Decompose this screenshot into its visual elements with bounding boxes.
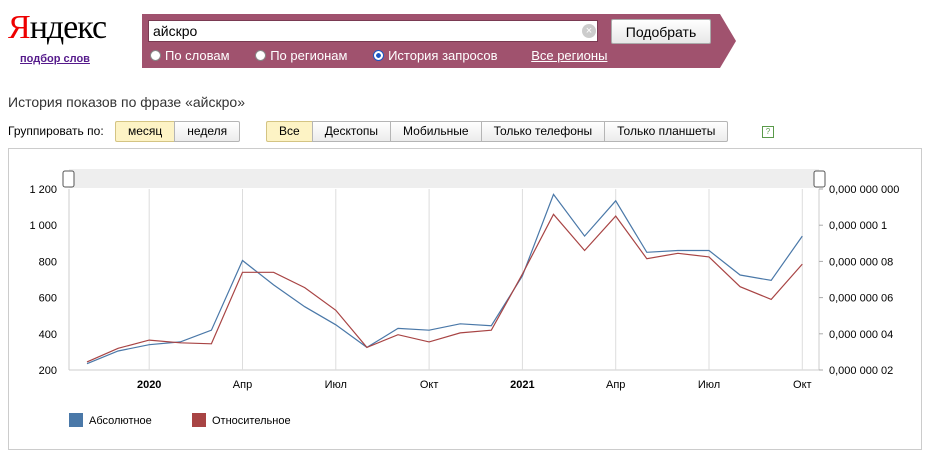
series-line-relative [86,213,803,363]
chart-container: 2020 Апр Июл Окт 2021 Апр Июл Окт 200 400 600 800 1 … [8,148,922,450]
legend-label: Абсолютное [89,415,152,427]
clear-icon[interactable]: × [582,24,596,38]
mode-label: По словам [165,48,230,63]
mode-selector: По словам По регионам История запросов В… [150,48,607,63]
device-tablets-button[interactable]: Только планшеты [604,121,729,142]
mode-label: История запросов [388,48,498,63]
logo-letter: Я [8,9,31,46]
y-left-tick-label: 200 [39,365,57,377]
mode-radio-history[interactable]: История запросов [373,48,498,63]
search-input[interactable] [148,20,598,42]
legend-swatch [192,413,206,427]
mode-label: По регионам [270,48,348,63]
history-chart: 2020 Апр Июл Окт 2021 Апр Июл Окт 200 400 600 800 1 … [29,169,899,427]
group-label: Группировать по: [8,124,104,138]
mode-radio-regions[interactable]: По регионам [255,48,347,63]
x-tick-label: Окт [420,379,439,391]
x-tick-label: Апр [606,379,625,391]
radio-icon [255,50,267,61]
group-week-button[interactable]: неделя [174,121,241,142]
group-month-button[interactable]: месяц [115,121,175,142]
y-left-tick-label: 400 [39,329,57,341]
x-tick-label: Июл [325,379,347,391]
page-title: История показов по фразе «айскро» [8,94,245,110]
x-tick-label: Окт [793,379,812,391]
submit-button[interactable]: Подобрать [611,19,711,44]
radio-selected-icon [373,50,385,61]
help-icon[interactable]: ? [762,126,774,138]
device-desktop-button[interactable]: Десктопы [311,121,391,142]
yandex-logo[interactable]: Яндекс [8,8,107,48]
mode-radio-words[interactable]: По словам [150,48,230,63]
y-right-tick-label: 0,000 000 06 [829,293,893,305]
y-right-tick-label: 0,000 000 02 [829,365,893,377]
series-line-absolute [86,193,803,365]
legend-swatch [69,413,83,427]
y-left-tick-label: 800 [39,256,57,268]
y-left-tick-label: 1 000 [29,220,57,232]
y-right-tick-label: 0,000 000 08 [829,256,893,268]
x-tick-label: 2020 [137,379,161,391]
group-by-toggle: месяц неделя [115,121,241,142]
range-handle-left[interactable] [62,170,75,188]
y-right-tick-label: 0,000 000 1 [829,220,887,232]
device-phones-button[interactable]: Только телефоны [480,121,605,142]
all-regions-link[interactable]: Все регионы [531,48,607,63]
device-filter: Все Десктопы Мобильные Только телефоны Т… [266,121,729,142]
radio-icon [150,50,161,61]
y-left-tick-label: 1 200 [29,184,57,196]
logo-text: ндекс [29,9,107,46]
y-left-tick-label: 600 [39,293,57,305]
search-bar: × Подобрать По словам По регионам Истори… [142,14,736,68]
y-right-tick-label: 0,000 000 000 [829,184,899,196]
x-tick-label: Июл [698,379,720,391]
y-right-tick-label: 0,000 000 04 [829,329,893,341]
range-scroller[interactable] [69,169,819,188]
device-all-button[interactable]: Все [266,121,312,142]
wordstat-link[interactable]: подбор слов [20,53,90,65]
range-handle-right[interactable] [813,170,826,188]
device-mobile-button[interactable]: Мобильные [390,121,481,142]
x-tick-label: 2021 [510,379,534,391]
x-tick-label: Апр [233,379,252,391]
legend-label: Относительное [212,415,291,427]
